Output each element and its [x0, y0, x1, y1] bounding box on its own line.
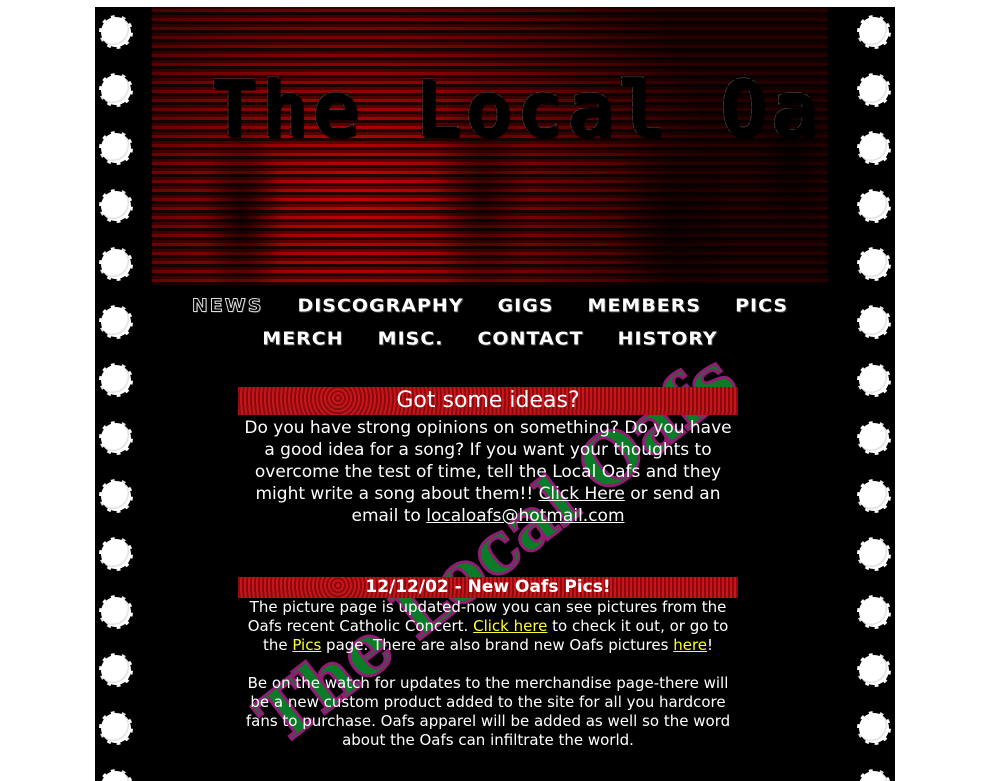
film-strip-right: [833, 7, 895, 781]
film-sprocket-hole: [99, 421, 133, 455]
film-sprocket-hole: [99, 537, 133, 571]
film-sprocket-hole: [857, 479, 891, 513]
film-sprocket-hole: [857, 653, 891, 687]
nav-item-members[interactable]: MEMBERS: [588, 295, 702, 316]
nav-item-merch[interactable]: MERCH: [262, 328, 343, 349]
main-nav: NEWS DISCOGRAPHY GIGS MEMBERS PICS MERCH…: [152, 289, 828, 355]
news-click-here-link[interactable]: Click here: [473, 617, 547, 635]
header-banner: The Local Oafs: [152, 7, 828, 285]
nav-item-discography[interactable]: DISCOGRAPHY: [297, 295, 463, 316]
email-link[interactable]: localoafs@hotmail.com: [426, 506, 624, 526]
film-sprocket-hole: [99, 769, 133, 781]
film-sprocket-hole: [99, 73, 133, 107]
nav-item-misc[interactable]: MISC.: [378, 328, 444, 349]
film-sprocket-hole: [857, 711, 891, 745]
film-sprocket-hole: [857, 769, 891, 781]
news-pics-link[interactable]: Pics: [292, 636, 321, 654]
film-sprocket-hole: [857, 363, 891, 397]
film-sprocket-hole: [99, 247, 133, 281]
film-sprocket-hole: [857, 131, 891, 165]
film-sprocket-hole: [857, 247, 891, 281]
film-strip-left: [95, 7, 157, 781]
film-sprocket-hole: [857, 15, 891, 49]
ideas-title: Got some ideas?: [238, 387, 738, 415]
news-paragraph-1: The picture page is updated-now you can …: [238, 598, 738, 655]
nav-item-pics[interactable]: PICS: [735, 295, 788, 316]
film-sprocket-hole: [857, 421, 891, 455]
nav-item-gigs[interactable]: GIGS: [498, 295, 554, 316]
nav-item-news[interactable]: NEWS: [191, 295, 264, 317]
film-sprocket-hole: [99, 479, 133, 513]
film-sprocket-hole: [99, 305, 133, 339]
film-sprocket-hole: [99, 595, 133, 629]
film-sprocket-hole: [857, 595, 891, 629]
nav-row-2: MERCH MISC. CONTACT HISTORY: [152, 322, 828, 355]
film-sprocket-hole: [99, 15, 133, 49]
ideas-section: Got some ideas? Do you have strong opini…: [238, 387, 738, 527]
news-paragraph-2: Be on the watch for updates to the merch…: [245, 674, 731, 749]
news-text-d: !: [707, 636, 714, 654]
film-sprocket-hole: [99, 189, 133, 223]
film-sprocket-hole: [857, 537, 891, 571]
ideas-click-here-link[interactable]: Click Here: [539, 484, 625, 504]
nav-item-contact[interactable]: CONTACT: [477, 328, 583, 349]
news-section: 12/12/02 - New Oafs Pics! The picture pa…: [238, 577, 738, 750]
page-frame: The Local Oafs NEWS DISCOGRAPHY GIGS MEM…: [95, 7, 895, 781]
film-sprocket-hole: [857, 73, 891, 107]
news-text-c: page. There are also brand new Oafs pict…: [321, 636, 674, 654]
film-sprocket-hole: [99, 131, 133, 165]
news-body: The picture page is updated-now you can …: [238, 598, 738, 750]
film-sprocket-hole: [99, 363, 133, 397]
news-here-link[interactable]: here: [673, 636, 707, 654]
film-sprocket-hole: [857, 305, 891, 339]
film-sprocket-hole: [857, 189, 891, 223]
nav-row-1: NEWS DISCOGRAPHY GIGS MEMBERS PICS: [152, 289, 828, 322]
ideas-text: Do you have strong opinions on something…: [238, 417, 738, 527]
site-logo[interactable]: The Local Oafs: [210, 71, 828, 149]
news-title: 12/12/02 - New Oafs Pics!: [238, 577, 738, 598]
film-sprocket-hole: [99, 711, 133, 745]
film-sprocket-hole: [99, 653, 133, 687]
